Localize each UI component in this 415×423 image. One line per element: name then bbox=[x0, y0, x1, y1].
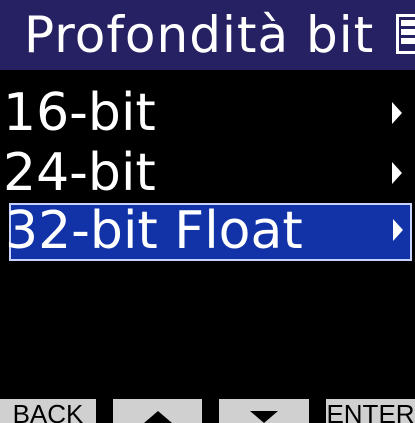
menu-item-24-bit[interactable]: 24-bit bbox=[0, 143, 415, 204]
menu-item-label: 24-bit bbox=[3, 143, 156, 203]
menu-item-32-bit-float[interactable]: 32-bit Float bbox=[5, 201, 412, 261]
back-button[interactable]: BACK bbox=[0, 399, 96, 423]
chevron-right-icon bbox=[392, 102, 402, 124]
page-title: Profondità bit bbox=[24, 6, 375, 64]
up-button[interactable] bbox=[113, 399, 202, 423]
device-screen: Profondità bit 16-bit 24-bit 32-bit Floa… bbox=[0, 0, 415, 423]
down-arrow-icon bbox=[250, 411, 278, 423]
softkey-bar: BACK ENTER bbox=[0, 399, 415, 423]
title-bar: Profondità bit bbox=[0, 0, 415, 70]
menu-item-16-bit[interactable]: 16-bit bbox=[0, 83, 415, 144]
enter-button[interactable]: ENTER bbox=[326, 399, 415, 423]
battery-icon bbox=[396, 14, 415, 54]
back-label: BACK bbox=[12, 399, 84, 423]
enter-label: ENTER bbox=[326, 399, 415, 423]
chevron-right-icon bbox=[393, 219, 403, 241]
menu-item-label: 16-bit bbox=[3, 83, 156, 143]
chevron-right-icon bbox=[392, 162, 402, 184]
up-arrow-icon bbox=[143, 411, 172, 423]
down-button[interactable] bbox=[219, 399, 309, 423]
menu-item-label: 32-bit Float bbox=[5, 201, 303, 261]
